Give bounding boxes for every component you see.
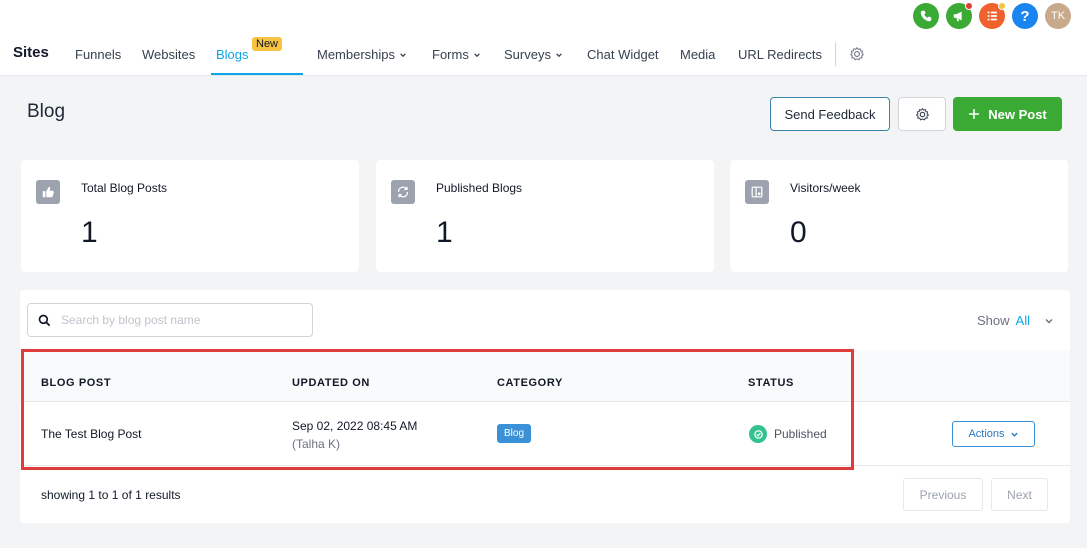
show-filter[interactable]: Show All (977, 313, 1054, 328)
next-page-button[interactable]: Next (991, 478, 1048, 511)
search-box (27, 303, 313, 337)
category-badge: Blog (497, 424, 532, 443)
column-header-blog-post: BLOG POST (41, 377, 112, 389)
top-icon-group: ? TK (913, 2, 1071, 29)
notification-dot (998, 2, 1006, 10)
nav-item-memberships[interactable]: Memberships (317, 47, 407, 62)
stat-value: 1 (436, 216, 453, 249)
table-row[interactable]: The Test Blog Post Sep 02, 2022 08:45 AM… (20, 402, 1070, 466)
nav-sites-title: Sites (13, 44, 49, 61)
stat-card-visitors: Visitors/week 0 (730, 160, 1068, 272)
new-badge: New (252, 37, 283, 51)
gear-icon (915, 107, 929, 120)
status-badge: Published (749, 425, 827, 443)
help-icon[interactable]: ? (1012, 3, 1038, 29)
actions-button[interactable]: Actions (952, 421, 1035, 447)
results-summary: showing 1 to 1 of 1 results (41, 488, 181, 502)
results-to: 1 (111, 488, 119, 502)
search-icon (38, 314, 51, 326)
stat-label: Total Blog Posts (81, 181, 168, 195)
chevron-down-icon (473, 52, 480, 57)
stat-label: Published Blogs (436, 181, 523, 195)
stat-card-published: Published Blogs 1 (376, 160, 714, 272)
search-input[interactable] (61, 313, 291, 327)
nav-divider (835, 42, 836, 66)
list-icon[interactable] (979, 2, 1006, 29)
show-label: Show (977, 313, 1010, 328)
column-header-category: CATEGORY (497, 377, 563, 389)
stat-card-total-posts: Total Blog Posts 1 (21, 160, 359, 272)
new-post-label: New Post (988, 106, 1047, 122)
refresh-icon (391, 180, 415, 204)
new-post-button[interactable]: New Post (953, 97, 1062, 131)
nav-item-websites[interactable]: Websites (142, 47, 195, 62)
nav-item-chat-widget[interactable]: Chat Widget (587, 47, 659, 62)
nav-item-forms[interactable]: Forms (432, 47, 481, 62)
stat-value: 1 (81, 216, 98, 249)
gear-icon[interactable] (849, 46, 865, 62)
nav-item-funnels[interactable]: Funnels (75, 47, 121, 62)
show-value: All (1015, 313, 1030, 328)
visitor-icon (745, 180, 769, 204)
check-circle-icon (749, 425, 767, 443)
blog-post-title[interactable]: The Test Blog Post (41, 427, 142, 441)
avatar[interactable]: TK (1045, 3, 1071, 29)
notification-dot (965, 2, 973, 10)
megaphone-icon[interactable] (946, 2, 973, 29)
updated-on-date: Sep 02, 2022 08:45 AM (292, 419, 418, 433)
showing-word: showing (41, 488, 86, 502)
chevron-down-icon (400, 52, 406, 57)
nav-item-blogs[interactable]: Blogs (216, 47, 249, 62)
nav-item-surveys-label: Surveys (504, 47, 551, 62)
results-from: 1 (88, 488, 96, 502)
stat-value: 0 (790, 216, 807, 249)
status-label: Published (774, 427, 827, 441)
settings-button[interactable] (898, 97, 946, 131)
of-word: of (121, 488, 132, 502)
nav-item-forms-label: Forms (432, 47, 469, 62)
top-bar: ? TK Sites Funnels Websites Blogs New Me… (0, 0, 1087, 76)
actions-label: Actions (968, 428, 1005, 440)
chevron-down-icon (1045, 318, 1053, 323)
blog-posts-panel: Show All BLOG POST UPDATED ON CATEGORY S… (20, 290, 1070, 523)
thumbs-up-icon (36, 180, 60, 204)
table-header: BLOG POST UPDATED ON CATEGORY STATUS (20, 350, 1070, 402)
plus-icon (969, 109, 980, 119)
to-word: to (98, 488, 109, 502)
chevron-down-icon (556, 52, 562, 57)
column-header-status: STATUS (748, 377, 794, 389)
send-feedback-button[interactable]: Send Feedback (770, 97, 890, 131)
column-header-updated-on: UPDATED ON (292, 377, 370, 389)
results-word: results (145, 488, 181, 502)
previous-page-button[interactable]: Previous (903, 478, 983, 511)
page-title: Blog (27, 101, 66, 122)
nav-item-media[interactable]: Media (680, 47, 715, 62)
nav-item-url-redirects[interactable]: URL Redirects (738, 47, 822, 62)
chevron-down-icon (1010, 432, 1018, 437)
phone-icon[interactable] (913, 3, 939, 29)
stat-label: Visitors/week (790, 181, 861, 195)
nav-item-blogs-label: Blogs (216, 47, 249, 62)
results-total: 1 (135, 488, 142, 502)
nav-item-memberships-label: Memberships (317, 47, 396, 62)
active-tab-underline (211, 73, 303, 75)
updated-by: (Talha K) (292, 437, 341, 451)
nav-item-surveys[interactable]: Surveys (504, 47, 563, 62)
